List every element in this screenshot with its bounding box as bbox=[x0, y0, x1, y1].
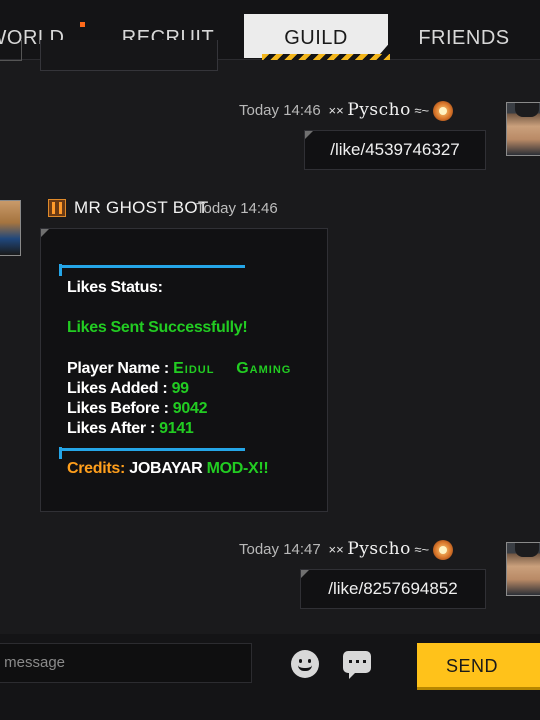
message-time: Today 14:46 bbox=[239, 102, 321, 119]
likes-after-label: Likes After : bbox=[67, 420, 155, 437]
message-time: Today 14:46 bbox=[196, 200, 278, 217]
bot-logo-icon bbox=[48, 199, 66, 217]
avatar[interactable] bbox=[506, 102, 540, 156]
username-decoration: ×× bbox=[324, 103, 348, 118]
rank-badge-icon bbox=[432, 101, 453, 122]
success-text: Likes Sent Successfully! bbox=[67, 319, 248, 336]
likes-status-label: Likes Status: bbox=[67, 279, 163, 296]
player-name-value: Eidul Gaming bbox=[173, 360, 292, 377]
username[interactable]: Pyscho bbox=[347, 100, 410, 120]
likes-before-value: 9042 bbox=[172, 400, 208, 417]
username-decoration: ≈~ bbox=[410, 542, 433, 557]
message-input[interactable] bbox=[0, 643, 252, 683]
divider-line bbox=[59, 447, 245, 459]
credits-row: Credits: JOBAYAR MOD-X!! bbox=[67, 460, 269, 478]
likes-after-value: 9141 bbox=[159, 420, 194, 437]
likes-added-label: Likes Added : bbox=[67, 380, 168, 397]
username[interactable]: Pyscho bbox=[347, 539, 410, 559]
message-text: /like/8257694852 bbox=[328, 579, 458, 598]
rank-badge-icon bbox=[432, 540, 453, 561]
message-bubble: /like/4539746327 bbox=[304, 130, 486, 170]
avatar[interactable] bbox=[506, 542, 540, 596]
player-name-label: Player Name : bbox=[67, 360, 169, 377]
bot-name[interactable]: MR GHOST BOT bbox=[74, 198, 209, 218]
likes-before-row: Likes Before : 9042 bbox=[67, 400, 207, 418]
player-name-row: Player Name : Eidul Gaming bbox=[67, 360, 291, 378]
message-bubble: /like/8257694852 bbox=[300, 569, 486, 609]
quick-chat-icon[interactable] bbox=[343, 651, 371, 679]
message-time: Today 14:47 bbox=[239, 541, 321, 558]
bot-message-card: Likes Status: Likes Sent Successfully! P… bbox=[40, 228, 328, 512]
message-text: /like/4539746327 bbox=[330, 140, 460, 159]
username-decoration: ×× bbox=[324, 542, 348, 557]
likes-added-value: 99 bbox=[171, 380, 190, 397]
notification-dot bbox=[80, 22, 85, 27]
send-button[interactable]: SEND bbox=[417, 643, 540, 687]
tab-guild[interactable]: GUILD bbox=[244, 14, 388, 58]
likes-added-row: Likes Added : 99 bbox=[67, 380, 189, 398]
emoji-icon[interactable] bbox=[291, 650, 319, 678]
active-tab-stripes bbox=[262, 54, 390, 60]
message-bubble bbox=[40, 40, 218, 71]
avatar[interactable] bbox=[0, 200, 21, 256]
message-header: Today 14:47 ×× Pyscho ≈~ bbox=[239, 539, 453, 561]
avatar[interactable] bbox=[0, 40, 22, 61]
likes-before-label: Likes Before : bbox=[67, 400, 169, 417]
credits-name: JOBAYAR bbox=[129, 460, 203, 477]
likes-after-row: Likes After : 9141 bbox=[67, 420, 194, 438]
credits-label: Credits: bbox=[67, 460, 126, 477]
username-decoration: ≈~ bbox=[410, 103, 433, 118]
divider-line bbox=[59, 264, 245, 276]
message-header: Today 14:46 ×× Pyscho ≈~ bbox=[239, 100, 453, 122]
tab-friends[interactable]: FRIENDS bbox=[414, 14, 514, 58]
credits-mod: MOD-X!! bbox=[206, 460, 269, 477]
